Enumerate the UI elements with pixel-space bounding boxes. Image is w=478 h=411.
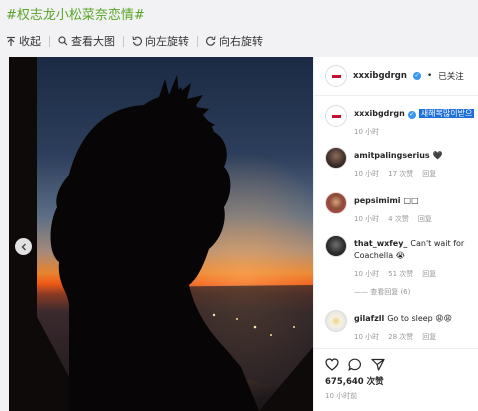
rotate-left-button[interactable]: 向左旋转: [132, 33, 189, 49]
rotate-left-icon: [132, 36, 142, 46]
post-timestamp: 10 小时前: [325, 392, 358, 400]
toolbar-divider: [49, 35, 50, 47]
toolbar-divider: [197, 35, 198, 47]
verified-badge-icon: ✓: [407, 111, 416, 119]
instagram-post-screenshot: xxxibgdrgn ✓ • 已关注 xxxibgdrgn ✓ 새해복많이받으 10…: [9, 57, 478, 411]
comment-username[interactable]: amitpalingserius: [354, 151, 430, 160]
comment-likes[interactable]: 4 次赞: [388, 215, 409, 223]
comment-meta: 10 小时 4 次赞 回复: [354, 213, 478, 225]
collapse-label: 收起: [19, 35, 41, 48]
image-toolbar: 收起 查看大图 向左旋转 向右旋转: [6, 33, 263, 49]
previous-photo-button[interactable]: [15, 238, 32, 255]
comment-text: Go to sleep 😩😩: [387, 314, 452, 323]
search-icon: [58, 36, 68, 46]
comment-text: 🖤: [432, 151, 443, 160]
comment-username[interactable]: that_wxfey_: [354, 239, 407, 248]
comment-username[interactable]: pepsimimi: [354, 196, 401, 205]
reply-button[interactable]: 回复: [422, 170, 436, 178]
comment-bubble-icon[interactable]: [348, 356, 362, 375]
share-icon[interactable]: [371, 356, 385, 375]
sunset-silhouette-image: [9, 57, 313, 411]
caption-time: 10 小时: [354, 128, 380, 136]
weibo-image-viewer: #权志龙小松菜奈恋情# 收起 查看大图 向左旋转 向右旋转 xxxibgdrgn…: [0, 0, 478, 411]
reply-button[interactable]: 回复: [422, 270, 436, 278]
toolbar-divider: [123, 35, 124, 47]
comment-text: □□: [403, 196, 419, 205]
comment-body: that_wxfey_ Can't wait for Coachella 😭 10…: [354, 238, 478, 298]
comments-list: xxxibgdrgn ✓ 새해복많이받으 10 小时 amitpalingseriu…: [314, 97, 478, 347]
post-header: xxxibgdrgn ✓ • 已关注: [314, 57, 478, 96]
collapse-button[interactable]: 收起: [6, 33, 41, 49]
avatar[interactable]: [325, 65, 347, 87]
separator-dot: •: [426, 71, 433, 81]
likes-count[interactable]: 675,640 次赞: [325, 375, 384, 387]
comment-body: pepsimimi □□ 10 小时 4 次赞 回复: [354, 195, 478, 225]
avatar[interactable]: [325, 310, 347, 332]
comment-likes[interactable]: 51 次赞: [388, 270, 413, 278]
post-actions: [325, 356, 385, 375]
comment-likes[interactable]: 17 次赞: [388, 170, 413, 178]
post-username[interactable]: xxxibgdrgn: [353, 71, 407, 81]
post-photo[interactable]: [9, 57, 313, 411]
divider: [313, 348, 478, 349]
comment-time: 10 小时: [354, 170, 380, 178]
verified-badge-icon: ✓: [412, 72, 421, 80]
heart-icon[interactable]: [325, 356, 339, 375]
caption-username[interactable]: xxxibgdrgn: [354, 109, 405, 118]
comment-time: 10 小时: [354, 333, 380, 341]
comment-meta: 10 小时 17 次赞 回复: [354, 168, 478, 180]
avatar[interactable]: [325, 192, 347, 214]
caption-meta: 10 小时: [354, 126, 478, 138]
following-status[interactable]: 已关注: [438, 70, 464, 82]
rotate-right-button[interactable]: 向右旋转: [206, 33, 263, 49]
view-large-button[interactable]: 查看大图: [58, 33, 115, 49]
view-large-label: 查看大图: [71, 35, 115, 48]
comment-username[interactable]: gilafzll: [354, 314, 384, 323]
comment-time: 10 小时: [354, 270, 380, 278]
comment-time: 10 小时: [354, 215, 380, 223]
rotate-right-label: 向右旋转: [219, 35, 263, 48]
avatar-logo: [331, 114, 341, 118]
comment-meta: 10 小时 51 次赞 回复: [354, 268, 478, 280]
rotate-left-label: 向左旋转: [145, 35, 189, 48]
reply-button[interactable]: 回复: [422, 333, 436, 341]
chevron-left-icon: [20, 243, 28, 251]
avatar[interactable]: [325, 147, 347, 169]
caption-text: 새해복많이받으: [418, 109, 475, 118]
rotate-right-icon: [206, 36, 216, 46]
post-side-panel: xxxibgdrgn ✓ • 已关注 xxxibgdrgn ✓ 새해복많이받으 10…: [313, 57, 478, 411]
avatar[interactable]: [325, 235, 347, 257]
avatar[interactable]: [325, 105, 347, 127]
caption-body: xxxibgdrgn ✓ 새해복많이받으 10 小时: [354, 108, 478, 138]
hashtag-topic[interactable]: #权志龙小松菜奈恋情#: [6, 4, 145, 23]
comment-body: gilafzll Go to sleep 😩😩 10 小时 28 次赞 回复: [354, 313, 478, 343]
avatar-logo: [331, 74, 341, 78]
comment-likes[interactable]: 28 次赞: [388, 333, 413, 341]
comment-body: amitpalingserius 🖤 10 小时 17 次赞 回复: [354, 150, 478, 180]
view-replies-link[interactable]: —— 查看回复 (6): [354, 286, 478, 298]
reply-button[interactable]: 回复: [418, 215, 432, 223]
comment-meta: 10 小时 28 次赞 回复: [354, 331, 478, 343]
collapse-icon: [6, 36, 16, 47]
